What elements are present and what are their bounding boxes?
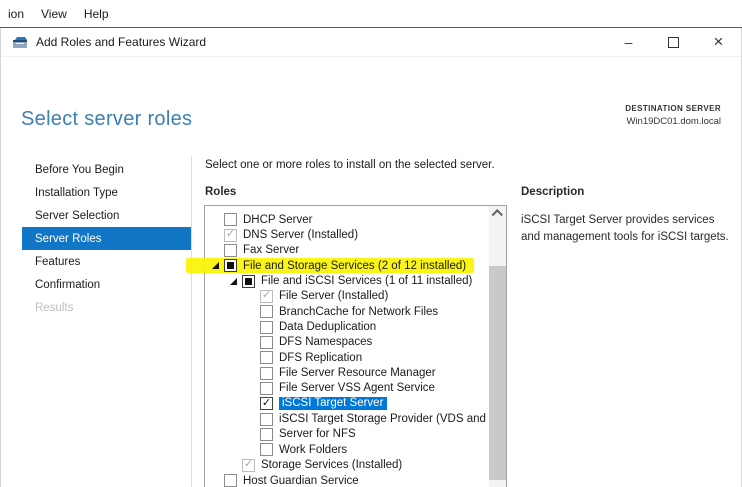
destination-server-block: DESTINATION SERVER Win19DC01.dom.local	[625, 104, 721, 127]
close-button[interactable]: ×	[696, 28, 741, 56]
role-checkbox-checked[interactable]	[260, 397, 273, 410]
role-row[interactable]: BranchCache for Network Files	[205, 304, 489, 319]
sidebar-item-features[interactable]: Features	[22, 250, 191, 273]
role-row[interactable]: Server for NFS	[205, 427, 489, 442]
scroll-down-button[interactable]	[489, 482, 506, 487]
role-checkbox-unchecked[interactable]	[260, 351, 273, 364]
role-row[interactable]: File and Storage Services (2 of 12 insta…	[205, 258, 489, 273]
role-row[interactable]: iSCSI Target Storage Provider (VDS and V…	[205, 411, 489, 426]
role-checkbox-unchecked[interactable]	[260, 428, 273, 441]
chevron-up-icon	[491, 209, 502, 220]
role-row[interactable]: Fax Server	[205, 243, 489, 258]
screen: ion View Help Add Roles and Features Wiz…	[0, 0, 742, 487]
role-label[interactable]: Work Folders	[279, 444, 347, 456]
minimize-button[interactable]: –	[606, 28, 651, 56]
role-checkbox-partial[interactable]	[224, 259, 237, 272]
role-row[interactable]: iSCSI Target Server	[205, 396, 489, 411]
sidebar-item-server-selection[interactable]: Server Selection	[22, 204, 191, 227]
role-label[interactable]: DFS Replication	[279, 352, 362, 364]
role-label[interactable]: File Server (Installed)	[279, 290, 388, 302]
instruction-text: Select one or more roles to install on t…	[205, 159, 495, 171]
role-label[interactable]: File and Storage Services (2 of 12 insta…	[243, 260, 466, 272]
role-label[interactable]: iSCSI Target Server	[279, 397, 387, 410]
role-checkbox-unchecked[interactable]	[260, 382, 273, 395]
sidebar-item-results: Results	[22, 296, 191, 319]
role-checkbox-unchecked[interactable]	[224, 474, 237, 487]
window-title: Add Roles and Features Wizard	[36, 35, 206, 49]
wizard-window: Add Roles and Features Wizard – × Select…	[0, 28, 742, 487]
tree-expander-icon[interactable]	[212, 262, 224, 269]
role-row[interactable]: DNS Server (Installed)	[205, 227, 489, 242]
role-row[interactable]: Storage Services (Installed)	[205, 458, 489, 473]
role-checkbox-installed[interactable]	[260, 290, 273, 303]
chevron-down-icon	[493, 484, 504, 487]
role-label[interactable]: File Server VSS Agent Service	[279, 382, 435, 394]
role-checkbox-unchecked[interactable]	[260, 305, 273, 318]
role-row[interactable]: File Server VSS Agent Service	[205, 381, 489, 396]
role-row[interactable]: DHCP Server	[205, 212, 489, 227]
expanded-triangle-icon	[230, 278, 237, 285]
role-checkbox-unchecked[interactable]	[224, 244, 237, 257]
role-checkbox-unchecked[interactable]	[260, 336, 273, 349]
sidebar-item-before-you-begin[interactable]: Before You Begin	[22, 158, 191, 181]
role-row[interactable]: Work Folders	[205, 442, 489, 457]
role-label[interactable]: iSCSI Target Storage Provider (VDS and V…	[279, 413, 488, 425]
sidebar-divider	[191, 156, 192, 487]
role-label[interactable]: File Server Resource Manager	[279, 367, 436, 379]
role-label[interactable]: DFS Namespaces	[279, 336, 372, 348]
role-checkbox-unchecked[interactable]	[260, 367, 273, 380]
tree-expander-icon[interactable]	[230, 278, 242, 285]
vertical-scrollbar-thumb[interactable]	[489, 266, 506, 480]
description-heading: Description	[521, 186, 584, 198]
role-label[interactable]: Server for NFS	[279, 428, 356, 440]
sidebar-item-installation-type[interactable]: Installation Type	[22, 181, 191, 204]
description-text: iSCSI Target Server provides services an…	[521, 212, 734, 247]
role-label[interactable]: Host Guardian Service	[243, 475, 359, 487]
maximize-icon	[668, 37, 679, 48]
window-controls: – ×	[606, 28, 741, 56]
menu-bar: ion View Help	[0, 0, 742, 28]
menu-item-view[interactable]: View	[41, 7, 67, 21]
role-row[interactable]: DFS Namespaces	[205, 335, 489, 350]
role-label[interactable]: Data Deduplication	[279, 321, 376, 333]
roles-listbox: DHCP Server DNS Server (Installed) Fax Ser…	[204, 205, 507, 487]
role-label[interactable]: Storage Services (Installed)	[261, 459, 402, 471]
role-label[interactable]: BranchCache for Network Files	[279, 306, 438, 318]
role-row[interactable]: File Server (Installed)	[205, 289, 489, 304]
role-checkbox-unchecked[interactable]	[260, 443, 273, 456]
role-checkbox-installed[interactable]	[242, 459, 255, 472]
role-row[interactable]: DFS Replication	[205, 350, 489, 365]
roles-heading: Roles	[205, 186, 236, 198]
maximize-button[interactable]	[651, 28, 696, 56]
menu-item-action[interactable]: ion	[8, 7, 24, 21]
role-row[interactable]: Data Deduplication	[205, 319, 489, 334]
title-bar: Add Roles and Features Wizard – ×	[1, 28, 741, 57]
role-checkbox-installed[interactable]	[224, 229, 237, 242]
role-checkbox-unchecked[interactable]	[260, 413, 273, 426]
role-label[interactable]: Fax Server	[243, 244, 299, 256]
role-label[interactable]: File and iSCSI Services (1 of 11 install…	[261, 275, 472, 287]
role-row[interactable]: Host Guardian Service	[205, 473, 489, 487]
page-title: Select server roles	[21, 108, 192, 131]
role-row[interactable]: File Server Resource Manager	[205, 365, 489, 380]
menu-item-help[interactable]: Help	[84, 7, 109, 21]
wizard-icon	[12, 35, 28, 49]
role-label[interactable]: DNS Server (Installed)	[243, 229, 358, 241]
wizard-nav: Before You BeginInstallation TypeServer …	[22, 158, 191, 319]
role-checkbox-unchecked[interactable]	[260, 321, 273, 334]
roles-tree: DHCP Server DNS Server (Installed) Fax Ser…	[205, 212, 489, 487]
destination-server-label: DESTINATION SERVER	[625, 104, 721, 113]
role-label[interactable]: DHCP Server	[243, 214, 312, 226]
sidebar-item-confirmation[interactable]: Confirmation	[22, 273, 191, 296]
sidebar-item-server-roles[interactable]: Server Roles	[22, 227, 191, 250]
role-checkbox-partial[interactable]	[242, 275, 255, 288]
destination-server-name: Win19DC01.dom.local	[625, 116, 721, 127]
vertical-scrollbar[interactable]	[489, 206, 506, 487]
role-row[interactable]: File and iSCSI Services (1 of 11 install…	[205, 273, 489, 288]
expanded-triangle-icon	[212, 262, 219, 269]
role-checkbox-unchecked[interactable]	[224, 213, 237, 226]
scroll-up-button[interactable]	[489, 206, 506, 222]
